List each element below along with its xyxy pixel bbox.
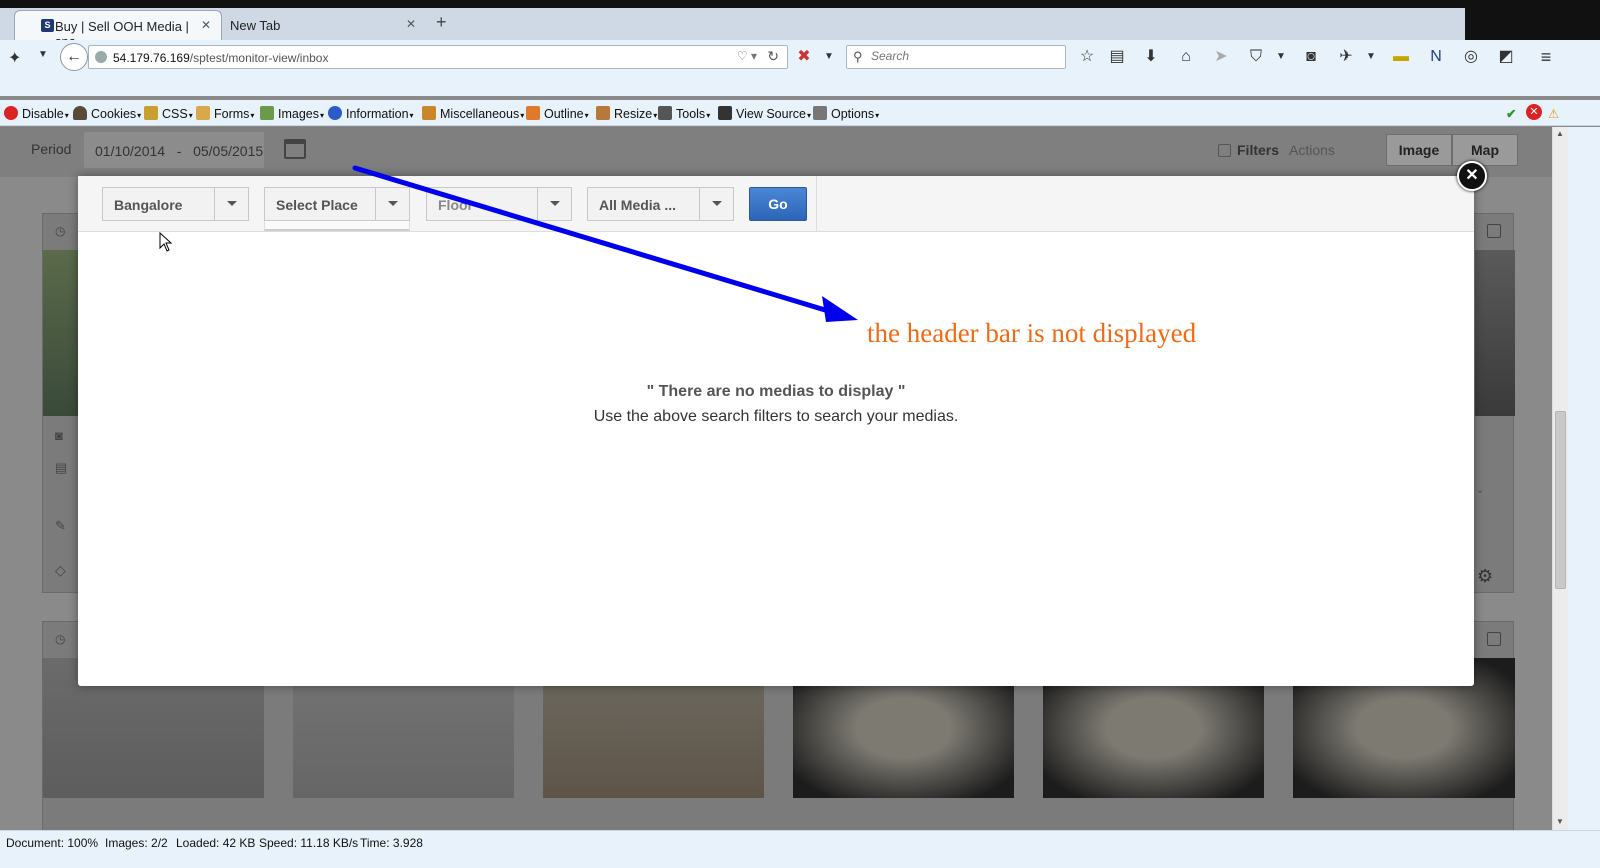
- mouse-cursor-icon: [159, 232, 173, 252]
- status-images: Images: 2/2: [105, 836, 168, 850]
- status-time: Time: 3.928: [360, 836, 423, 850]
- scrollbar-thumb[interactable]: [1555, 411, 1566, 589]
- status-bar: Document: 100% Images: 2/2 Loaded: 42 KB…: [0, 830, 1600, 854]
- window-bottom: [0, 854, 1600, 868]
- status-speed: Speed: 11.18 KB/s: [259, 836, 359, 850]
- window-edge: [1568, 127, 1600, 830]
- arrow-head: [822, 296, 858, 322]
- status-document: Document: 100%: [6, 836, 99, 850]
- annotation-text: the header bar is not displayed: [867, 318, 1197, 348]
- scroll-up-icon[interactable]: ▲: [1556, 129, 1564, 138]
- status-loaded: Loaded: 42 KB: [176, 836, 256, 850]
- annotation-arrow: [352, 165, 858, 322]
- arrow-shaft: [352, 165, 838, 316]
- page-scrollbar[interactable]: ▲ ▼: [1552, 127, 1568, 830]
- scroll-down-icon[interactable]: ▼: [1556, 817, 1564, 826]
